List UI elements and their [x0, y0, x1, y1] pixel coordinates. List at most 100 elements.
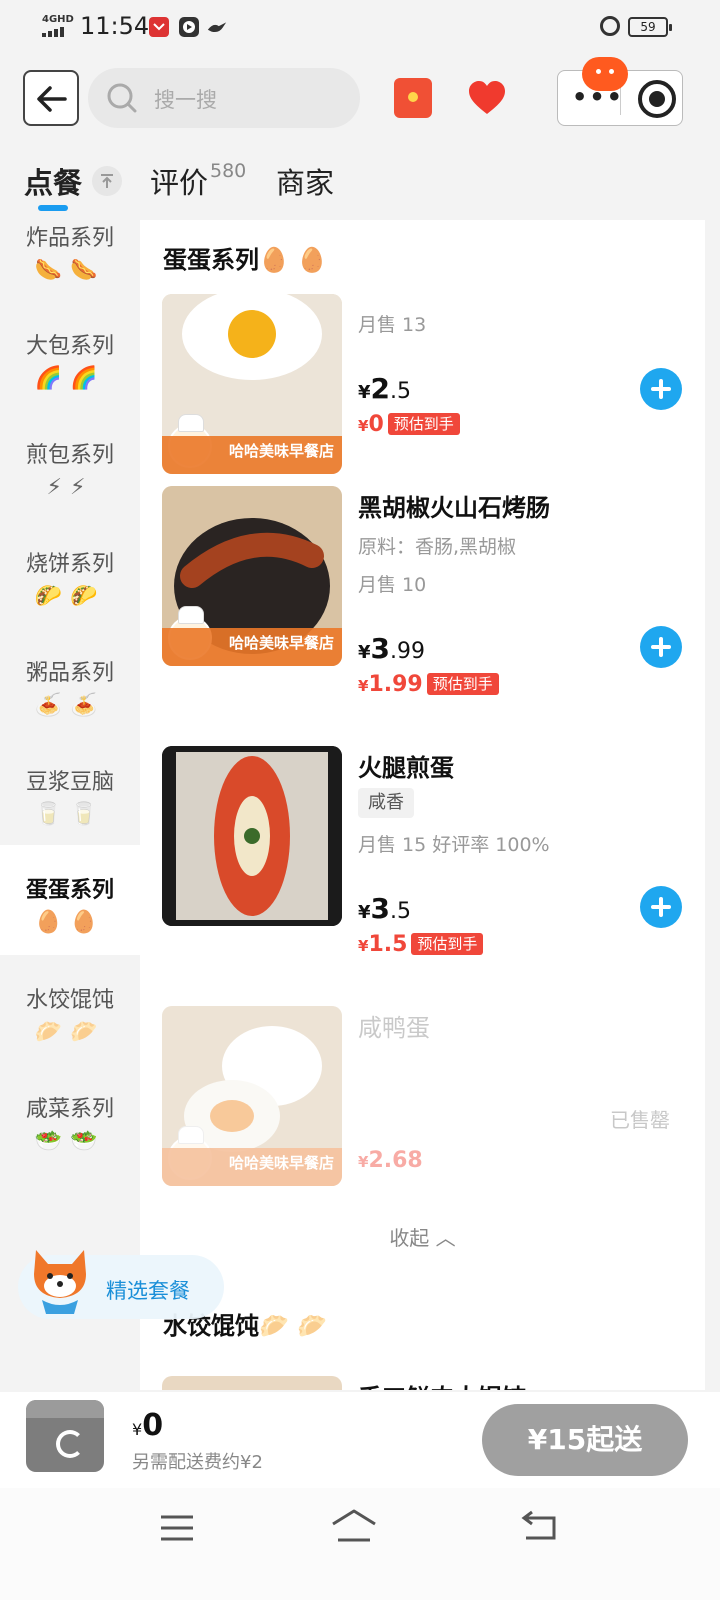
system-nav-bar	[0, 1488, 720, 1600]
cart-icon[interactable]	[26, 1400, 104, 1472]
chevron-up-icon: ︿	[435, 1226, 456, 1250]
sidebar-item-flatbread[interactable]: 烧饼系列 🌮🌮	[0, 546, 140, 654]
milk-glass-icon: 🥛🥛	[34, 802, 106, 827]
flavor-tag: 咸香	[358, 788, 414, 818]
product-name: 手工鲜肉大馄饨	[358, 1378, 526, 1390]
product-list: 蛋蛋系列🥚 🥚 哈哈美味早餐店 月售 13 ¥2.5 ¥0 预估到手 哈哈美味早餐…	[140, 220, 705, 1390]
sidebar-item-label: 水饺馄饨	[25, 988, 114, 1013]
lightning-icon: ⚡⚡	[46, 475, 94, 500]
delivery-fee-note: 另需配送费约¥2	[132, 1452, 263, 1473]
product-price: ¥3.99	[358, 632, 426, 665]
add-to-cart-button[interactable]	[640, 626, 682, 668]
product-wonton[interactable]: 手工鲜肉大馄饨	[140, 1376, 705, 1390]
arrow-left-icon	[37, 86, 67, 112]
sidebar-item-label: 烧饼系列	[25, 552, 114, 577]
shiba-mascot-icon	[34, 1250, 86, 1314]
sidebar-item-fried[interactable]: 炸品系列 🌭🌭	[0, 220, 140, 328]
estimated-price: ¥0 预估到手	[358, 412, 460, 437]
search-icon	[107, 83, 137, 113]
cart-bar: ¥0 另需配送费约¥2 ¥15起送	[0, 1392, 720, 1488]
play-notification-icon	[179, 17, 199, 37]
collapse-button[interactable]: 收起 ︿	[140, 1222, 705, 1251]
product-ham-egg[interactable]: 火腿煎蛋 咸香 月售 15 好评率 100% ¥3.5 ¥1.5 预估到手	[140, 746, 705, 957]
sidebar-item-fried-buns[interactable]: 煎包系列 ⚡⚡	[0, 437, 140, 545]
network-type: 4GHD	[42, 14, 74, 25]
search-bar[interactable]: 搜一搜	[88, 68, 360, 128]
pin-top-icon[interactable]	[92, 166, 122, 196]
reviews-count: 580	[210, 160, 247, 182]
product-price: ¥3.5	[358, 892, 412, 925]
sidebar-item-buns[interactable]: 大包系列 🌈🌈	[0, 328, 140, 436]
add-to-cart-button[interactable]	[640, 368, 682, 410]
product-image: 哈哈美味早餐店	[162, 1006, 342, 1186]
shop-stamp: 哈哈美味早餐店	[162, 436, 342, 474]
search-placeholder: 搜一搜	[154, 88, 217, 112]
product-ingredients: 原料：香肠,黑胡椒	[358, 536, 517, 558]
product-price: ¥2.5	[358, 372, 412, 405]
sold-out-label: 已售罄	[610, 1108, 670, 1132]
sidebar-item-label: 煎包系列	[25, 443, 114, 468]
taco-icon: 🌮🌮	[34, 584, 106, 609]
product-image	[162, 1376, 342, 1390]
sidebar-item-eggs[interactable]: 蛋蛋系列 🥚🥚	[0, 845, 140, 955]
product-image	[162, 746, 342, 926]
shop-stamp: 哈哈美味早餐店	[162, 628, 342, 666]
section-title: 蛋蛋系列🥚 🥚	[163, 246, 328, 274]
estimated-price: ¥1.99 预估到手	[358, 672, 499, 697]
dumpling-icon: 🥟🥟	[34, 1020, 106, 1045]
favorite-heart-icon[interactable]	[468, 80, 506, 116]
combo-label: 精选套餐	[106, 1279, 190, 1303]
tab-shop[interactable]: 商家	[276, 160, 334, 202]
home-icon[interactable]	[330, 1508, 378, 1544]
sidebar-item-label: 粥品系列	[25, 661, 114, 686]
tab-order[interactable]: 点餐	[24, 160, 82, 202]
product-price: ¥2.68	[358, 1148, 423, 1173]
app-notification-icon	[149, 17, 169, 37]
product-salted-duck-egg[interactable]: 哈哈美味早餐店 咸鸭蛋 已售罄 ¥2.68	[140, 1006, 705, 1206]
signal-icon	[42, 27, 64, 37]
notification-badge	[582, 57, 628, 91]
sidebar-item-label: 蛋蛋系列	[25, 878, 114, 903]
add-to-cart-button[interactable]	[640, 886, 682, 928]
app-screen: 4GHD 11:54 59 搜一搜 ••• 点餐 评价 580 商家 炸品系列 …	[0, 0, 720, 1600]
product-fried-egg[interactable]: 哈哈美味早餐店 月售 13 ¥2.5 ¥0 预估到手	[140, 294, 705, 494]
monthly-sales: 月售 13	[358, 314, 427, 336]
category-sidebar: 炸品系列 🌭🌭 大包系列 🌈🌈 煎包系列 ⚡⚡ 烧饼系列 🌮🌮 粥品系列 🍝🍝 …	[0, 220, 140, 1390]
sidebar-item-porridge[interactable]: 粥品系列 🍝🍝	[0, 655, 140, 763]
red-packet-icon[interactable]	[394, 78, 432, 118]
alarm-icon	[600, 16, 620, 36]
rainbow-icon: 🌈🌈	[34, 366, 106, 391]
close-target-icon[interactable]	[638, 80, 676, 118]
cart-total: ¥0	[132, 1408, 164, 1443]
salad-icon: 🥗🥗	[34, 1129, 106, 1154]
product-name: 火腿煎蛋	[358, 754, 454, 782]
estimated-price: ¥1.5 预估到手	[358, 932, 484, 957]
sidebar-item-pickles[interactable]: 咸菜系列 🥗🥗	[0, 1091, 140, 1199]
product-sausage[interactable]: 哈哈美味早餐店 黑胡椒火山石烤肠 原料：香肠,黑胡椒 月售 10 ¥3.99 ¥…	[140, 486, 705, 697]
monthly-sales: 月售 10	[358, 574, 427, 596]
sidebar-item-label: 大包系列	[25, 334, 114, 359]
spaghetti-icon: 🍝🍝	[34, 693, 106, 718]
minimum-order-button[interactable]: ¥15起送	[482, 1404, 688, 1476]
product-name: 黑胡椒火山石烤肠	[358, 494, 550, 522]
product-image: 哈哈美味早餐店	[162, 486, 342, 666]
sidebar-item-label: 炸品系列	[25, 226, 114, 251]
sidebar-item-dumplings[interactable]: 水饺馄饨 🥟🥟	[0, 982, 140, 1090]
egg-icon: 🥚🥚	[34, 910, 106, 935]
menu-icon[interactable]	[160, 1514, 194, 1542]
clock: 11:54	[80, 12, 150, 40]
bird-notification-icon	[207, 22, 227, 33]
sidebar-item-label: 豆浆豆脑	[25, 770, 114, 795]
shop-stamp: 哈哈美味早餐店	[162, 1148, 342, 1186]
product-name: 咸鸭蛋	[358, 1014, 430, 1042]
battery-icon: 59	[628, 17, 672, 37]
status-bar: 4GHD 11:54 59	[0, 0, 720, 56]
tab-active-indicator	[38, 205, 68, 211]
monthly-sales: 月售 15 好评率 100%	[358, 834, 550, 856]
sidebar-item-label: 咸菜系列	[25, 1097, 114, 1122]
back-button[interactable]	[23, 70, 79, 126]
hotdog-icon: 🌭🌭	[34, 258, 106, 283]
back-nav-icon[interactable]	[520, 1510, 558, 1542]
tab-reviews[interactable]: 评价	[150, 160, 208, 202]
product-image: 哈哈美味早餐店	[162, 294, 342, 474]
